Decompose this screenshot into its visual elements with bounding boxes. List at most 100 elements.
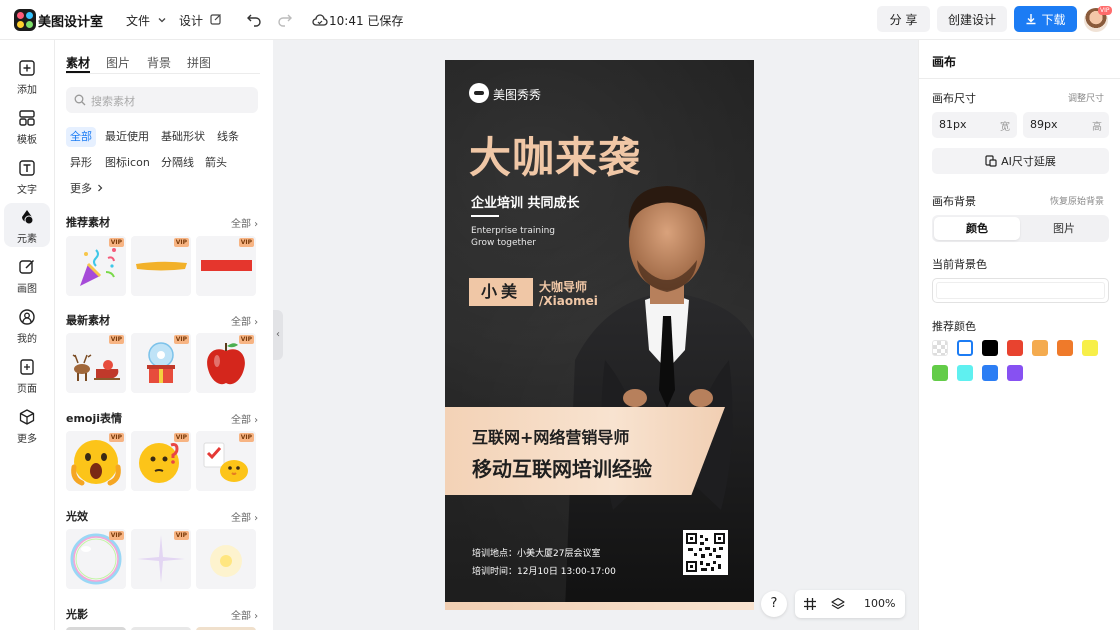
poster-title[interactable]: 大咖来袭 xyxy=(469,124,641,185)
color-swatch[interactable] xyxy=(957,340,973,356)
resize-link[interactable]: 调整尺寸 xyxy=(1068,91,1104,104)
warm-glow-image xyxy=(210,545,242,577)
zoom-level[interactable]: 100% xyxy=(864,597,895,610)
poster-speaker-name[interactable]: 小美 xyxy=(469,278,533,306)
vip-badge: VIP xyxy=(108,433,124,442)
poster-info-place[interactable]: 培训地点：小美大厦27层会议室 xyxy=(472,546,600,559)
rail-item-template[interactable]: 模板 xyxy=(4,104,50,148)
see-all-label: 全部 xyxy=(231,219,251,230)
material-tile-emoji-thinking[interactable]: VIP xyxy=(131,431,191,491)
edit-icon xyxy=(210,14,221,25)
material-tile-glow[interactable] xyxy=(196,529,256,589)
design-menu[interactable]: 设计 xyxy=(179,12,222,29)
poster-speaker-role-en[interactable]: /Xiaomei xyxy=(539,294,598,308)
section-title-light-shadow: 光影 xyxy=(66,608,88,621)
left-tool-rail: 添加 模板 文字 元素 画图 我的 页面 更多 xyxy=(0,40,55,630)
color-swatch[interactable] xyxy=(1032,340,1048,356)
material-tile-sparkle[interactable]: VIP xyxy=(131,529,191,589)
download-button[interactable]: 下载 xyxy=(1014,6,1077,32)
poster-qr-code[interactable] xyxy=(683,530,728,575)
chip-all[interactable]: 全部 xyxy=(66,127,96,147)
material-tile-bubble[interactable]: VIP xyxy=(66,529,126,589)
color-swatch[interactable] xyxy=(1007,340,1023,356)
material-tile-emoji-shocked[interactable]: VIP xyxy=(66,431,126,491)
color-swatch[interactable] xyxy=(1082,340,1098,356)
vip-badge: VIP xyxy=(238,335,254,344)
see-all-label: 全部 xyxy=(231,513,251,524)
see-all-recommended[interactable]: 全部 › xyxy=(231,215,258,230)
canvas-properties-panel: 画布 画布尺寸 调整尺寸 81px 宽 89px 高 AI尺寸延展 画布背景 恢… xyxy=(918,40,1120,630)
poster-speaker-role[interactable]: 大咖导师 xyxy=(539,278,587,295)
chip-dividers[interactable]: 分隔线 xyxy=(157,153,198,173)
current-bg-color-swatch[interactable] xyxy=(932,278,1109,303)
poster-banner-line1[interactable]: 互联网+网络营销导师 xyxy=(472,424,629,448)
chip-basic-shapes[interactable]: 基础形状 xyxy=(157,127,209,147)
chip-icons[interactable]: 图标icon xyxy=(101,153,154,173)
rail-item-page[interactable]: 页面 xyxy=(4,353,50,397)
color-swatch[interactable] xyxy=(1057,340,1073,356)
vip-badge: VIP xyxy=(108,335,124,344)
share-button[interactable]: 分 享 xyxy=(877,6,930,32)
see-all-emoji[interactable]: 全部 › xyxy=(231,411,258,426)
chip-lines[interactable]: 线条 xyxy=(213,127,243,147)
rail-item-elements[interactable]: 元素 xyxy=(4,203,50,247)
restore-bg-link[interactable]: 恢复原始背景 xyxy=(1050,194,1104,207)
rail-item-add[interactable]: 添加 xyxy=(4,54,50,98)
see-all-light-effects[interactable]: 全部 › xyxy=(231,509,258,524)
poster-bottom-band xyxy=(445,602,754,610)
rail-label-draw: 画图 xyxy=(17,284,37,295)
material-tile-snowglobe[interactable]: VIP xyxy=(131,333,191,393)
poster-canvas[interactable]: 美图秀秀 大咖来袭 企业培训 共同成长 Enterprise training … xyxy=(445,60,754,610)
help-button[interactable]: ? xyxy=(761,591,787,617)
material-tile-apple[interactable]: VIP xyxy=(196,333,256,393)
swatch-transparent[interactable] xyxy=(932,340,948,356)
tab-materials[interactable]: 素材 xyxy=(66,54,90,71)
tab-backgrounds[interactable]: 背景 xyxy=(147,54,171,71)
material-tile-brush-stroke[interactable]: VIP xyxy=(131,236,191,296)
rail-item-draw[interactable]: 画图 xyxy=(4,253,50,297)
canvas-height-field[interactable]: 89px 高 xyxy=(1023,112,1109,138)
see-all-light-shadow[interactable]: 全部 › xyxy=(231,607,258,622)
file-menu[interactable]: 文件 xyxy=(126,12,167,29)
poster-subtitle[interactable]: 企业培训 共同成长 xyxy=(471,192,580,211)
material-tile-confetti[interactable]: VIP xyxy=(66,236,126,296)
create-design-button[interactable]: 创建设计 xyxy=(937,6,1007,32)
color-swatch[interactable] xyxy=(982,340,998,356)
material-tile-emoji-check[interactable]: VIP xyxy=(196,431,256,491)
see-all-latest[interactable]: 全部 › xyxy=(231,313,258,328)
rail-item-mine[interactable]: 我的 xyxy=(4,303,50,347)
chip-more[interactable]: 更多 xyxy=(66,179,108,199)
collapse-panel-handle[interactable]: ‹ xyxy=(273,310,283,360)
poster-banner-line2[interactable]: 移动互联网培训经验 xyxy=(472,453,652,482)
grid-icon[interactable] xyxy=(803,597,817,611)
rail-item-text[interactable]: 文字 xyxy=(4,154,50,198)
undo-icon[interactable] xyxy=(246,12,262,28)
poster-info-time[interactable]: 培训时间：12月10日 13:00-17:00 xyxy=(472,564,616,577)
color-swatch[interactable] xyxy=(932,365,948,381)
color-swatch[interactable] xyxy=(982,365,998,381)
layers-icon[interactable] xyxy=(831,597,845,611)
page-add-icon xyxy=(20,359,34,375)
tab-images[interactable]: 图片 xyxy=(106,54,130,71)
ai-resize-button[interactable]: AI尺寸延展 xyxy=(932,148,1109,174)
material-tile-red-bar[interactable]: VIP xyxy=(196,236,256,296)
redo-icon[interactable] xyxy=(277,12,293,28)
chip-recent[interactable]: 最近使用 xyxy=(101,127,153,147)
poster-brand-name[interactable]: 美图秀秀 xyxy=(493,86,541,103)
color-swatch[interactable] xyxy=(1007,365,1023,381)
bg-type-image[interactable]: 图片 xyxy=(1021,217,1107,240)
chip-arrows[interactable]: 箭头 xyxy=(201,153,231,173)
material-tile-sleigh[interactable]: VIP xyxy=(66,333,126,393)
rail-label-elements: 元素 xyxy=(17,234,37,245)
search-input[interactable]: 搜索素材 xyxy=(66,87,258,113)
canvas-width-field[interactable]: 81px 宽 xyxy=(932,112,1017,138)
rail-item-more[interactable]: 更多 xyxy=(4,403,50,447)
poster-english-text[interactable]: Enterprise training Grow together xyxy=(471,225,555,249)
search-icon xyxy=(74,94,86,106)
panel-tabs: 素材 图片 背景 拼图 xyxy=(66,54,260,74)
color-swatch[interactable] xyxy=(957,365,973,381)
chip-irregular[interactable]: 异形 xyxy=(66,153,96,173)
tab-collage[interactable]: 拼图 xyxy=(187,54,211,71)
bg-type-color[interactable]: 颜色 xyxy=(934,217,1020,240)
app-logo-icon[interactable] xyxy=(14,9,36,31)
